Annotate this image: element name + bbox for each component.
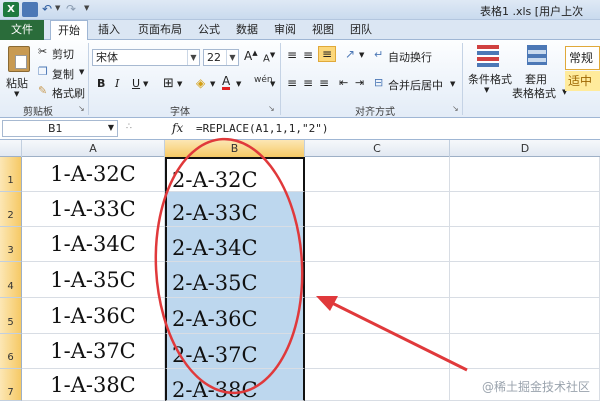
annotation-arrow-shaft [325,298,468,372]
watermark: @稀土掘金技术社区 [481,380,590,394]
annotation-overlay [154,137,468,395]
annotation-ellipse [154,137,304,395]
